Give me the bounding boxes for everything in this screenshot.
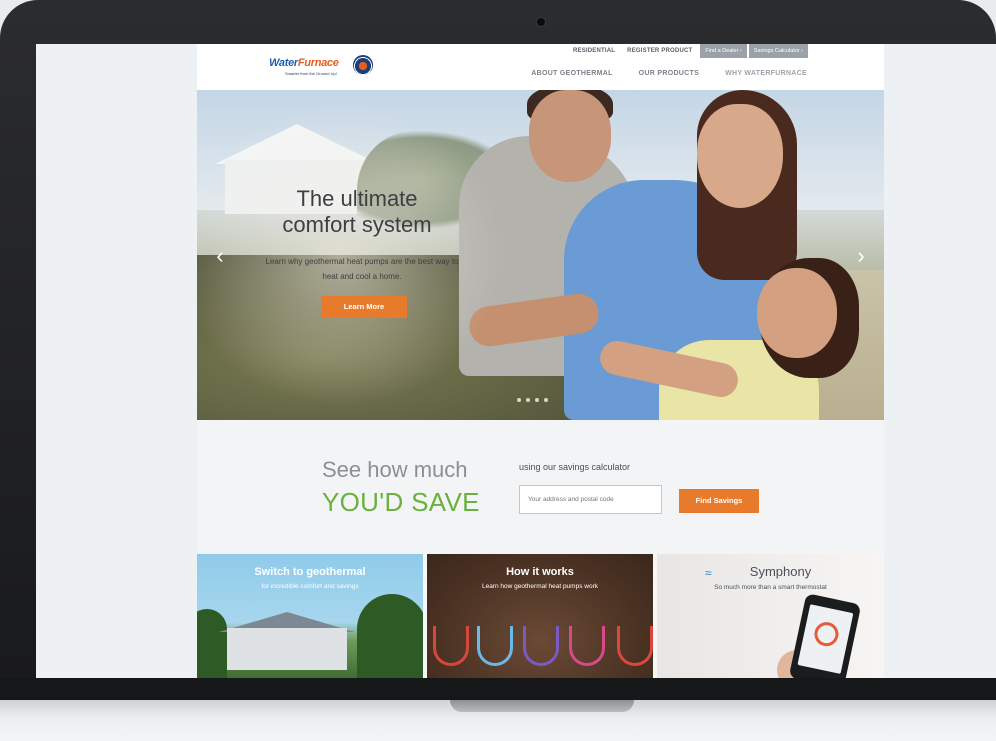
- site-header: WaterFurnace Smarter from the Ground Up!…: [197, 44, 884, 90]
- screen: WaterFurnace Smarter from the Ground Up!…: [36, 44, 996, 678]
- smartphone: [788, 593, 862, 678]
- tile-how-it-works[interactable]: How it works Learn how geothermal heat p…: [427, 554, 653, 678]
- woman-head: [697, 104, 783, 208]
- savings-calculator-label: using our savings calculator: [519, 462, 631, 472]
- carousel-next-icon[interactable]: ›: [854, 245, 868, 267]
- tile-switch-to-geothermal[interactable]: Switch to geothermal for incredible comf…: [197, 554, 423, 678]
- ground-loop: [617, 626, 653, 666]
- hero-subtitle: Learn why geothermal heat pumps are the …: [265, 257, 459, 281]
- address-input[interactable]: [519, 485, 662, 514]
- tile-trees: [357, 594, 423, 678]
- find-dealer-button[interactable]: Find a Dealer ›: [700, 44, 747, 58]
- carousel-dot[interactable]: [526, 398, 530, 402]
- hero-carousel: The ultimate comfort system Learn why ge…: [197, 90, 884, 420]
- thermostat-dial-icon: [812, 619, 841, 649]
- hero-title: The ultimate comfort system: [282, 186, 432, 237]
- man-head: [529, 90, 611, 182]
- nav-residential[interactable]: RESIDENTIAL: [567, 48, 621, 54]
- website: WaterFurnace Smarter from the Ground Up!…: [197, 44, 884, 678]
- carousel-prev-icon[interactable]: ‹: [213, 245, 227, 267]
- tile-title: How it works: [506, 566, 574, 578]
- tile-title: Symphony: [749, 564, 812, 579]
- savings-highlight: YOU'D SAVE: [322, 487, 480, 517]
- logo-badge-icon: [353, 55, 373, 75]
- laptop-bezel: [0, 678, 996, 700]
- nav-why-waterfurnace[interactable]: WHY WATERFURNACE: [725, 70, 807, 77]
- tile-subtitle: Learn how geothermal heat pumps work: [482, 583, 598, 590]
- carousel-dot[interactable]: [535, 398, 539, 402]
- phone-screen: [797, 604, 854, 674]
- tile-subtitle: for incredible comfort and savings: [261, 583, 359, 590]
- nav-about-geothermal[interactable]: ABOUT GEOTHERMAL: [531, 70, 612, 77]
- logo-tagline: Smarter from the Ground Up!: [285, 71, 337, 76]
- find-savings-button[interactable]: Find Savings: [679, 489, 759, 513]
- savings-section: See how much YOU'D SAVE using our saving…: [197, 420, 884, 554]
- ground-loop: [569, 626, 605, 666]
- carousel-dots: [517, 398, 548, 402]
- carousel-dot[interactable]: [544, 398, 548, 402]
- ground-loop: [477, 626, 513, 666]
- tile-subtitle: So much more than a smart thermostat: [714, 584, 827, 591]
- ground-loop: [433, 626, 469, 666]
- learn-more-button[interactable]: Learn More: [321, 296, 407, 318]
- utility-nav: RESIDENTIAL REGISTER PRODUCT Find a Deal…: [567, 44, 808, 58]
- ground-loop: [523, 626, 559, 666]
- camera-icon: [536, 17, 546, 27]
- savings-calculator-button[interactable]: Savings Calculator ›: [748, 44, 808, 58]
- carousel-dot[interactable]: [517, 398, 521, 402]
- nav-our-products[interactable]: OUR PRODUCTS: [639, 70, 699, 77]
- main-nav: ABOUT GEOTHERMAL OUR PRODUCTS WHY WATERF…: [531, 70, 807, 77]
- waterfurnace-logo[interactable]: WaterFurnace Smarter from the Ground Up!: [269, 55, 373, 79]
- tile-symphony[interactable]: ≈ Symphony So much more than a smart the…: [657, 554, 884, 678]
- savings-headline: See how much: [322, 457, 468, 482]
- logo-wordmark: WaterFurnace: [269, 57, 339, 69]
- hero-family-photo: [459, 90, 884, 420]
- tile-title: Switch to geothermal: [254, 566, 366, 578]
- tile-house: [227, 628, 347, 670]
- laptop-notch: [450, 700, 634, 712]
- nav-register-product[interactable]: REGISTER PRODUCT: [621, 48, 698, 54]
- girl-head: [757, 268, 837, 358]
